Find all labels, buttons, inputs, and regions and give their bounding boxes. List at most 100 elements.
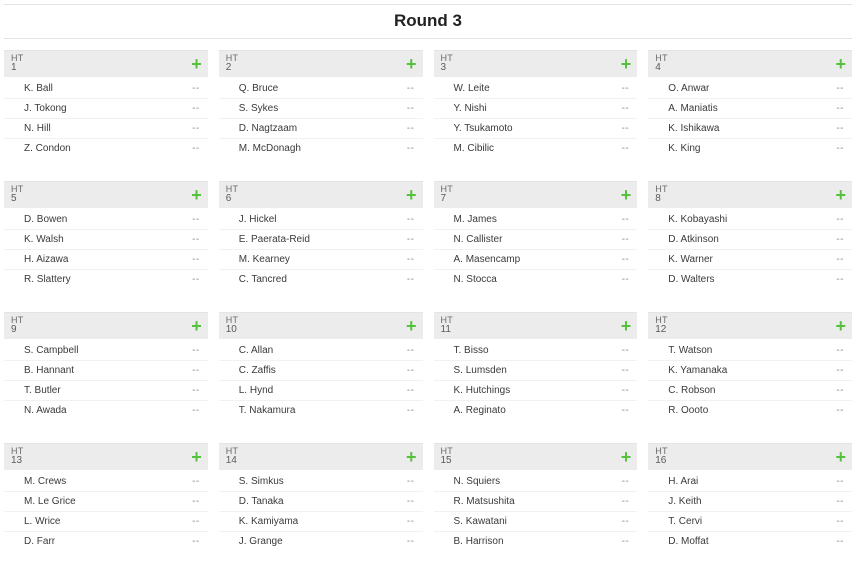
- expand-heat-button[interactable]: +: [406, 55, 417, 73]
- athlete-row[interactable]: Q. Bruce --: [219, 79, 423, 98]
- athlete-row[interactable]: W. Leite--: [434, 79, 638, 98]
- heat-header-left: HT3: [441, 54, 453, 74]
- athlete-row[interactable]: M. Cibilic--: [434, 138, 638, 158]
- athlete-row[interactable]: O. Anwar--: [648, 79, 852, 98]
- athlete-name: Y. Nishi: [454, 103, 487, 114]
- athlete-row[interactable]: Z. Condon--: [4, 138, 208, 158]
- athlete-name: Q. Bruce: [239, 83, 278, 94]
- athlete-row[interactable]: M. Le Grice--: [4, 491, 208, 511]
- athlete-row[interactable]: H. Aizawa--: [4, 249, 208, 269]
- athlete-row[interactable]: H. Arai--: [648, 472, 852, 491]
- athlete-name: K. Kobayashi: [668, 214, 727, 225]
- athlete-row[interactable]: D. Bowen--: [4, 210, 208, 229]
- athlete-score: --: [836, 254, 844, 265]
- athlete-score: --: [192, 385, 200, 396]
- athlete-row[interactable]: D. Walters--: [648, 269, 852, 289]
- expand-heat-button[interactable]: +: [835, 448, 846, 466]
- athlete-row[interactable]: T. Butler--: [4, 380, 208, 400]
- athlete-row[interactable]: D. Farr--: [4, 531, 208, 551]
- athlete-row[interactable]: D. Atkinson--: [648, 229, 852, 249]
- expand-heat-button[interactable]: +: [191, 186, 202, 204]
- athlete-row[interactable]: C. Tancred--: [219, 269, 423, 289]
- athlete-row[interactable]: B. Harrison--: [434, 531, 638, 551]
- heat-number: 14: [226, 456, 238, 467]
- athlete-row[interactable]: R. Slattery--: [4, 269, 208, 289]
- athlete-row[interactable]: K. Kobayashi--: [648, 210, 852, 229]
- expand-heat-button[interactable]: +: [835, 186, 846, 204]
- athlete-row[interactable]: R. Oooto--: [648, 400, 852, 420]
- athlete-row[interactable]: T. Watson--: [648, 341, 852, 360]
- athlete-row[interactable]: L. Hynd--: [219, 380, 423, 400]
- athlete-row[interactable]: S. Lumsden--: [434, 360, 638, 380]
- athlete-list: M. Crews--M. Le Grice--L. Wrice--D. Farr…: [4, 470, 208, 552]
- athlete-row[interactable]: S. Sykes--: [219, 98, 423, 118]
- athlete-score: --: [622, 274, 630, 285]
- expand-heat-button[interactable]: +: [406, 448, 417, 466]
- expand-heat-button[interactable]: +: [191, 448, 202, 466]
- expand-heat-button[interactable]: +: [621, 186, 632, 204]
- expand-heat-button[interactable]: +: [621, 317, 632, 335]
- athlete-row[interactable]: B. Hannant--: [4, 360, 208, 380]
- athlete-row[interactable]: S. Kawatani--: [434, 511, 638, 531]
- athlete-row[interactable]: N. Stocca--: [434, 269, 638, 289]
- expand-heat-button[interactable]: +: [621, 55, 632, 73]
- athlete-row[interactable]: K. Kamiyama--: [219, 511, 423, 531]
- athlete-row[interactable]: D. Moffat--: [648, 531, 852, 551]
- athlete-row[interactable]: K. Ishikawa--: [648, 118, 852, 138]
- heat-card: HT6+J. Hickel--E. Paerata-Reid--M. Kearn…: [219, 181, 423, 290]
- expand-heat-button[interactable]: +: [621, 448, 632, 466]
- athlete-score: --: [836, 365, 844, 376]
- athlete-row[interactable]: N. Squiers--: [434, 472, 638, 491]
- athlete-row[interactable]: D. Tanaka--: [219, 491, 423, 511]
- expand-heat-button[interactable]: +: [406, 186, 417, 204]
- athlete-name: E. Paerata-Reid: [239, 234, 310, 245]
- athlete-row[interactable]: J. Tokong--: [4, 98, 208, 118]
- athlete-row[interactable]: K. Yamanaka --: [648, 360, 852, 380]
- athlete-row[interactable]: D. Nagtzaam--: [219, 118, 423, 138]
- athlete-row[interactable]: J. Grange--: [219, 531, 423, 551]
- athlete-row[interactable]: N. Hill--: [4, 118, 208, 138]
- athlete-row[interactable]: A. Masencamp--: [434, 249, 638, 269]
- athlete-row[interactable]: S. Campbell--: [4, 341, 208, 360]
- athlete-row[interactable]: E. Paerata-Reid--: [219, 229, 423, 249]
- athlete-row[interactable]: M. McDonagh--: [219, 138, 423, 158]
- athlete-row[interactable]: Y. Nishi--: [434, 98, 638, 118]
- athlete-row[interactable]: A. Reginato--: [434, 400, 638, 420]
- athlete-row[interactable]: T. Bisso--: [434, 341, 638, 360]
- athlete-row[interactable]: N. Awada--: [4, 400, 208, 420]
- athlete-row[interactable]: K. Hutchings--: [434, 380, 638, 400]
- athlete-row[interactable]: C. Allan--: [219, 341, 423, 360]
- athlete-score: --: [622, 83, 630, 94]
- athlete-row[interactable]: Y. Tsukamoto--: [434, 118, 638, 138]
- athlete-row[interactable]: J. Keith--: [648, 491, 852, 511]
- athlete-row[interactable]: M. Crews--: [4, 472, 208, 491]
- athlete-score: --: [407, 83, 415, 94]
- athlete-row[interactable]: S. Simkus--: [219, 472, 423, 491]
- expand-heat-button[interactable]: +: [406, 317, 417, 335]
- athlete-name: K. Yamanaka: [668, 365, 727, 376]
- athlete-row[interactable]: K. Walsh--: [4, 229, 208, 249]
- athlete-name: T. Cervi: [668, 516, 702, 527]
- heat-number: 15: [441, 456, 453, 467]
- athlete-row[interactable]: T. Nakamura--: [219, 400, 423, 420]
- athlete-row[interactable]: K. King--: [648, 138, 852, 158]
- expand-heat-button[interactable]: +: [835, 317, 846, 335]
- athlete-row[interactable]: N. Callister--: [434, 229, 638, 249]
- athlete-row[interactable]: T. Cervi--: [648, 511, 852, 531]
- athlete-row[interactable]: C. Robson--: [648, 380, 852, 400]
- athlete-row[interactable]: R. Matsushita--: [434, 491, 638, 511]
- expand-heat-button[interactable]: +: [191, 317, 202, 335]
- athlete-row[interactable]: M. Kearney--: [219, 249, 423, 269]
- athlete-row[interactable]: A. Maniatis--: [648, 98, 852, 118]
- heat-header: HT5+: [4, 182, 208, 208]
- athlete-row[interactable]: M. James--: [434, 210, 638, 229]
- athlete-row[interactable]: J. Hickel--: [219, 210, 423, 229]
- heat-number: 10: [226, 325, 238, 336]
- athlete-row[interactable]: K. Warner--: [648, 249, 852, 269]
- heats-grid: HT1+K. Ball--J. Tokong--N. Hill--Z. Cond…: [4, 50, 852, 552]
- athlete-row[interactable]: K. Ball--: [4, 79, 208, 98]
- athlete-row[interactable]: L. Wrice--: [4, 511, 208, 531]
- expand-heat-button[interactable]: +: [191, 55, 202, 73]
- athlete-row[interactable]: C. Zaffis--: [219, 360, 423, 380]
- expand-heat-button[interactable]: +: [835, 55, 846, 73]
